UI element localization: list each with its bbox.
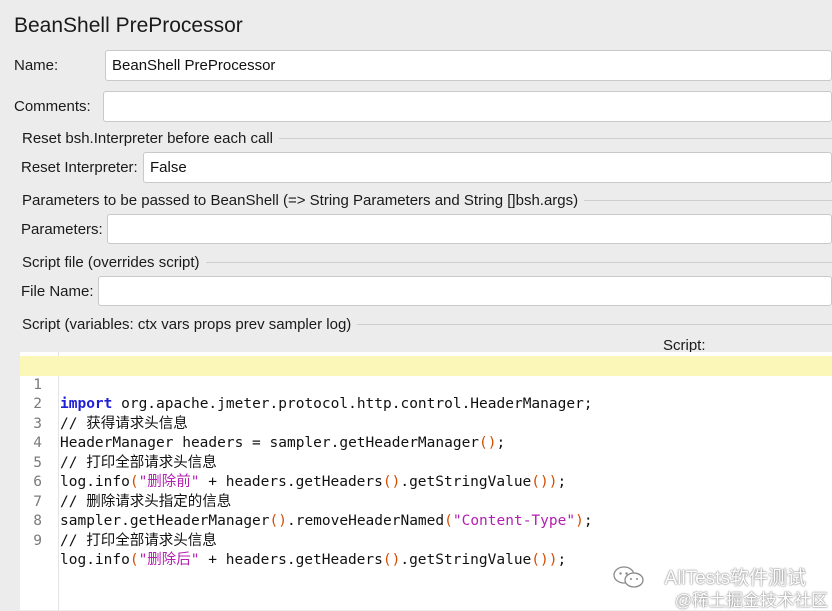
file-name-field[interactable] xyxy=(98,276,832,306)
script-section-header: Script (variables: ctx vars props prev s… xyxy=(22,315,832,333)
wechat-icon xyxy=(613,566,644,588)
code-line[interactable]: 7 sampler.getHeaderManager().removeHeade… xyxy=(20,473,832,530)
code-line[interactable]: 5 log.info("删除前" + headers.getHeaders().… xyxy=(20,434,832,491)
reset-section-header: Reset bsh.Interpreter before each call xyxy=(22,129,832,147)
parameters-section-header: Parameters to be passed to BeanShell (=>… xyxy=(22,191,832,209)
parameters-label: Parameters: xyxy=(21,221,103,238)
code-text: log.info("删除后" + headers.getHeaders().ge… xyxy=(60,552,567,568)
reset-section-title: Reset bsh.Interpreter before each call xyxy=(22,129,273,147)
section-divider xyxy=(278,138,832,139)
code-text: // 打印全部请求头信息 xyxy=(60,532,217,549)
reset-interpreter-label: Reset Interpreter: xyxy=(21,159,138,176)
script-file-section-title: Script file (overrides script) xyxy=(22,253,200,271)
file-name-label: File Name: xyxy=(21,283,94,300)
code-line[interactable]: 3 HeaderManager headers = sampler.getHea… xyxy=(20,395,832,452)
name-field[interactable]: BeanShell PreProcessor xyxy=(105,50,832,81)
section-divider xyxy=(584,200,832,201)
name-field-value: BeanShell PreProcessor xyxy=(112,57,276,74)
parameters-field[interactable] xyxy=(107,214,832,244)
watermark-source: @稀土掘金技术社区 xyxy=(674,591,828,610)
reset-interpreter-select[interactable]: False xyxy=(143,152,832,183)
script-file-section-header: Script file (overrides script) xyxy=(22,253,832,271)
script-section-title: Script (variables: ctx vars props prev s… xyxy=(22,315,352,333)
line-number: 9 xyxy=(33,532,42,549)
name-label: Name: xyxy=(14,57,59,74)
code-line[interactable]: 8 // 打印全部请求头信息 xyxy=(20,493,832,549)
parameters-section-title: Parameters to be passed to BeanShell (=>… xyxy=(22,191,579,209)
code-line[interactable]: 4 // 打印全部请求头信息 xyxy=(20,415,832,471)
panel-title: BeanShell PreProcessor xyxy=(14,14,243,37)
section-divider xyxy=(357,324,832,325)
section-divider xyxy=(205,262,832,263)
reset-interpreter-value: False xyxy=(150,159,187,176)
code-line[interactable]: 2 // 获得请求头信息 xyxy=(20,376,832,432)
code-line[interactable]: 1 import org.apache.jmeter.protocol.http… xyxy=(20,356,832,412)
code-line[interactable]: 6 // 删除请求头指定的信息 xyxy=(20,454,832,510)
code-line[interactable]: 9 log.info("删除后" + headers.getHeaders().… xyxy=(20,512,832,569)
comments-field[interactable] xyxy=(103,91,832,122)
comments-label: Comments: xyxy=(14,98,91,115)
